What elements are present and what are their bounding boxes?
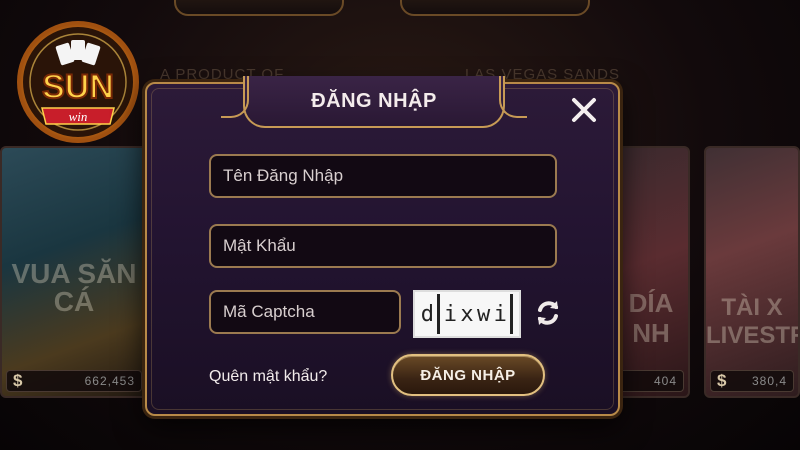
- dollar-icon: $: [13, 371, 23, 390]
- modal-title-tab: ĐĂNG NHẬP: [221, 76, 527, 128]
- refresh-captcha-button[interactable]: [531, 296, 565, 330]
- login-modal: ĐĂNG NHẬP d i x w i Quên mật khẩu? ĐĂNG …: [145, 76, 620, 416]
- captcha-noise-bar: [437, 294, 441, 334]
- captcha-char: i: [493, 301, 507, 327]
- refresh-icon: [538, 301, 558, 325]
- password-input[interactable]: [209, 224, 557, 268]
- captcha-char: w: [477, 301, 491, 327]
- sunwin-logo: SUN win: [17, 21, 139, 143]
- top-menu-button[interactable]: [400, 0, 590, 16]
- game-card-xoc-dia[interactable]: DÍA NH 404: [612, 146, 690, 398]
- captcha-char: x: [460, 301, 474, 327]
- captcha-noise-bar: [510, 294, 514, 334]
- forgot-password-link[interactable]: Quên mật khẩu?: [209, 368, 327, 386]
- login-submit-button[interactable]: ĐĂNG NHẬP: [391, 354, 545, 396]
- game-card-tai-xiu-livestream[interactable]: TÀI X LIVESTR $ 380,4: [704, 146, 800, 398]
- jackpot-amount: 404: [653, 374, 677, 388]
- close-button[interactable]: [564, 90, 604, 130]
- modal-title: ĐĂNG NHẬP: [311, 89, 437, 112]
- captcha-input[interactable]: [209, 290, 401, 334]
- close-icon: [572, 98, 596, 122]
- jackpot-bar: $ 662,453: [6, 370, 142, 392]
- game-card-title: DÍA NH: [628, 288, 674, 348]
- game-card-title: VUA SĂN CÁ: [11, 258, 137, 317]
- captcha-char: i: [443, 301, 457, 327]
- game-card-title: TÀI X LIVESTR: [706, 294, 800, 349]
- top-menu-button[interactable]: [174, 0, 344, 16]
- jackpot-amount: 662,453: [84, 374, 135, 388]
- jackpot-bar: 404: [618, 370, 684, 392]
- jackpot-bar: $ 380,4: [710, 370, 794, 392]
- captcha-image: d i x w i: [413, 290, 521, 338]
- jackpot-amount: 380,4: [751, 374, 787, 388]
- username-input[interactable]: [209, 154, 557, 198]
- captcha-char: d: [420, 301, 434, 327]
- logo-sub-text: win: [69, 109, 88, 124]
- game-card-vua-san-ca[interactable]: VUA SĂN CÁ $ 662,453: [0, 146, 148, 398]
- dollar-icon: $: [717, 371, 727, 390]
- logo-main-text: SUN: [42, 68, 114, 106]
